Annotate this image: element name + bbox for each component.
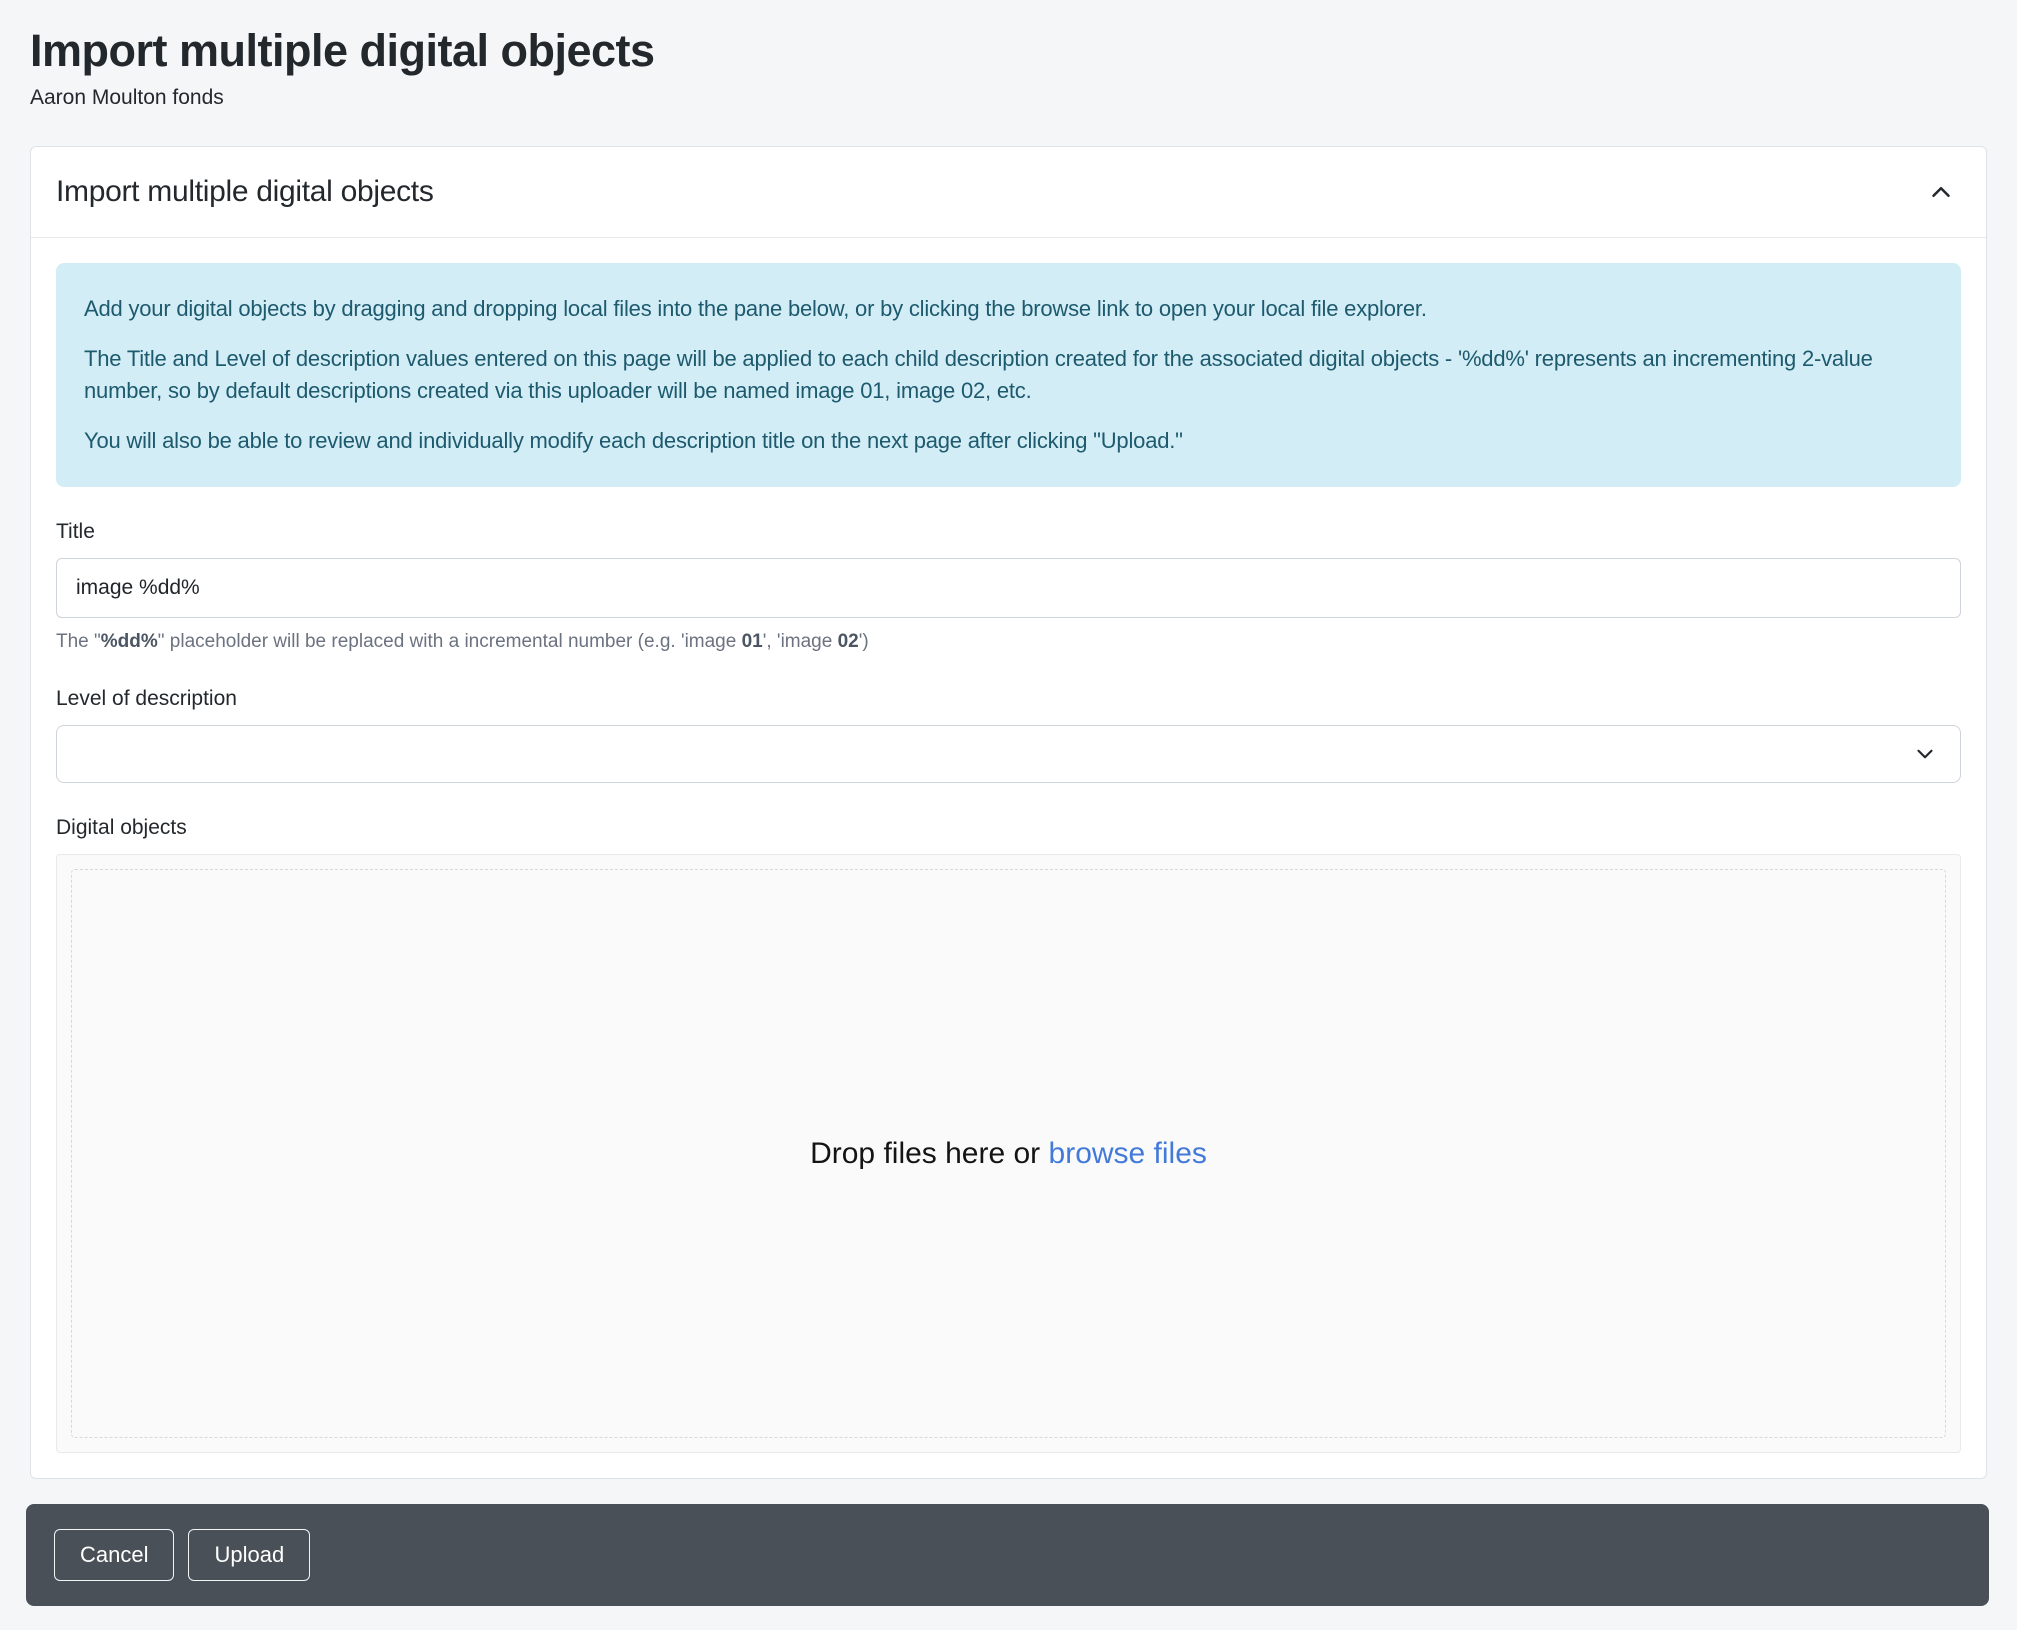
action-bar: Cancel Upload	[26, 1504, 1989, 1606]
level-of-description-select[interactable]	[56, 725, 1961, 783]
title-input[interactable]	[56, 558, 1961, 618]
panel-title: Import multiple digital objects	[56, 175, 434, 209]
cancel-button[interactable]: Cancel	[54, 1529, 174, 1581]
digital-objects-label: Digital objects	[56, 815, 1961, 841]
panel-header-toggle[interactable]: Import multiple digital objects	[31, 147, 1986, 238]
level-of-description-label: Level of description	[56, 686, 1961, 712]
dropzone-instruction: Drop files here or browse files	[810, 1137, 1207, 1171]
file-dropzone-dashed-area[interactable]: Drop files here or browse files	[71, 869, 1946, 1438]
title-help-text: The "%dd%" placeholder will be replaced …	[56, 630, 1961, 654]
file-dropzone[interactable]: Drop files here or browse files	[56, 854, 1961, 1453]
chevron-down-icon	[1912, 741, 1938, 767]
info-paragraph-3: You will also be able to review and indi…	[84, 425, 1933, 457]
page-title: Import multiple digital objects	[30, 24, 1987, 78]
breadcrumb-fonds-name: Aaron Moulton fonds	[30, 84, 1987, 112]
chevron-up-icon[interactable]	[1926, 177, 1956, 207]
info-paragraph-2: The Title and Level of description value…	[84, 343, 1933, 407]
info-alert: Add your digital objects by dragging and…	[56, 263, 1961, 487]
browse-files-link[interactable]: browse files	[1049, 1137, 1207, 1170]
panel-body: Add your digital objects by dragging and…	[31, 238, 1986, 1478]
info-paragraph-1: Add your digital objects by dragging and…	[84, 293, 1933, 325]
upload-button[interactable]: Upload	[188, 1529, 310, 1581]
dropzone-instruction-text: Drop files here or	[810, 1137, 1048, 1170]
title-label: Title	[56, 519, 1961, 545]
import-panel: Import multiple digital objects Add your…	[30, 146, 1987, 1479]
